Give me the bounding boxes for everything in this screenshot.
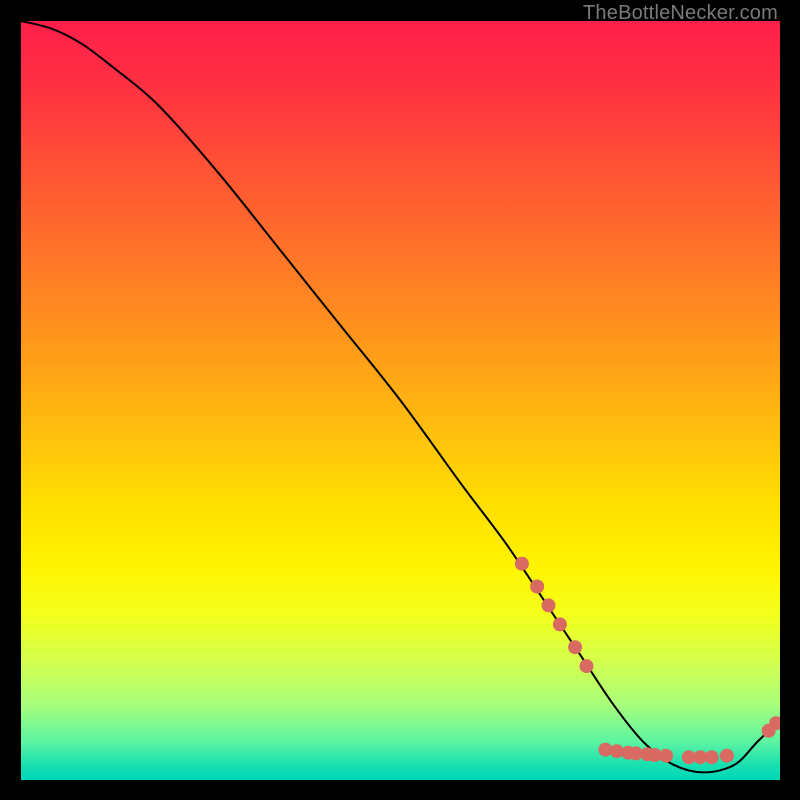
bottleneck-curve <box>21 21 780 772</box>
markers-group <box>515 557 780 765</box>
marker-dot <box>568 640 582 654</box>
marker-dot <box>542 598 556 612</box>
chart-svg <box>21 21 780 780</box>
chart-stage: TheBottleNecker.com <box>0 0 800 800</box>
plot-area <box>21 21 780 780</box>
marker-dot <box>515 557 529 571</box>
marker-dot <box>553 617 567 631</box>
marker-dot <box>580 659 594 673</box>
marker-dot <box>659 749 673 763</box>
marker-dot <box>720 749 734 763</box>
marker-dot <box>530 580 544 594</box>
marker-dot <box>705 750 719 764</box>
